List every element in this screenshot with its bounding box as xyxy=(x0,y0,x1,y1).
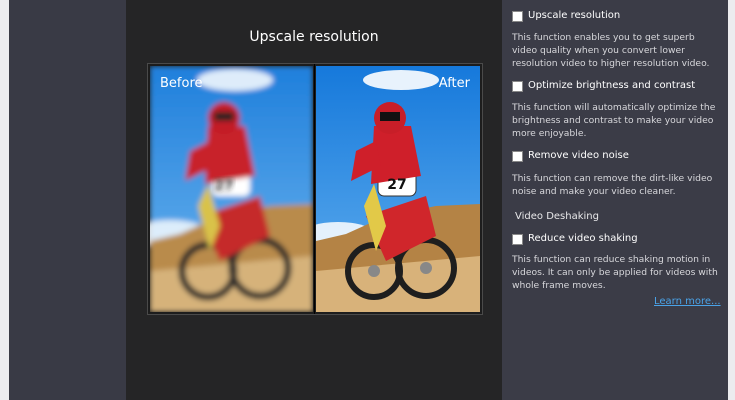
remove-noise-description: This function can remove the dirt-like v… xyxy=(512,173,713,197)
preview-title: Upscale resolution xyxy=(249,29,379,45)
before-label: Before xyxy=(160,76,203,91)
right-window-edge xyxy=(728,0,735,400)
optimize-brightness-checkbox[interactable] xyxy=(512,81,523,92)
remove-noise-checkbox[interactable] xyxy=(512,151,523,162)
reduce-shaking-description: This function can reduce shaking motion … xyxy=(512,254,718,291)
left-sidebar xyxy=(9,0,126,400)
remove-noise-label: Remove video noise xyxy=(528,150,629,161)
upscale-resolution-label: Upscale resolution xyxy=(528,10,621,21)
optimize-brightness-label: Optimize brightness and contrast xyxy=(528,80,696,91)
upscale-resolution-description: This function enables you to get superb … xyxy=(512,32,710,69)
optimize-brightness-description: This function will automatically optimiz… xyxy=(512,102,716,139)
svg-text:27: 27 xyxy=(387,177,406,193)
svg-text:27: 27 xyxy=(214,178,233,194)
motocross-photo-blurred: 27 xyxy=(150,66,313,312)
after-label: After xyxy=(438,76,470,91)
left-window-edge xyxy=(0,0,9,400)
comparison-divider xyxy=(314,64,315,314)
before-after-comparison: 27 Before 27 After xyxy=(147,63,483,315)
after-image: 27 After xyxy=(316,66,480,312)
motocross-photo-sharp: 27 xyxy=(316,66,480,312)
reduce-shaking-label: Reduce video shaking xyxy=(528,233,638,244)
video-deshaking-heading: Video Deshaking xyxy=(515,211,599,222)
before-image: 27 Before xyxy=(150,66,313,312)
upscale-resolution-checkbox[interactable] xyxy=(512,11,523,22)
reduce-shaking-checkbox[interactable] xyxy=(512,234,523,245)
learn-more-link[interactable]: Learn more... xyxy=(654,296,721,307)
